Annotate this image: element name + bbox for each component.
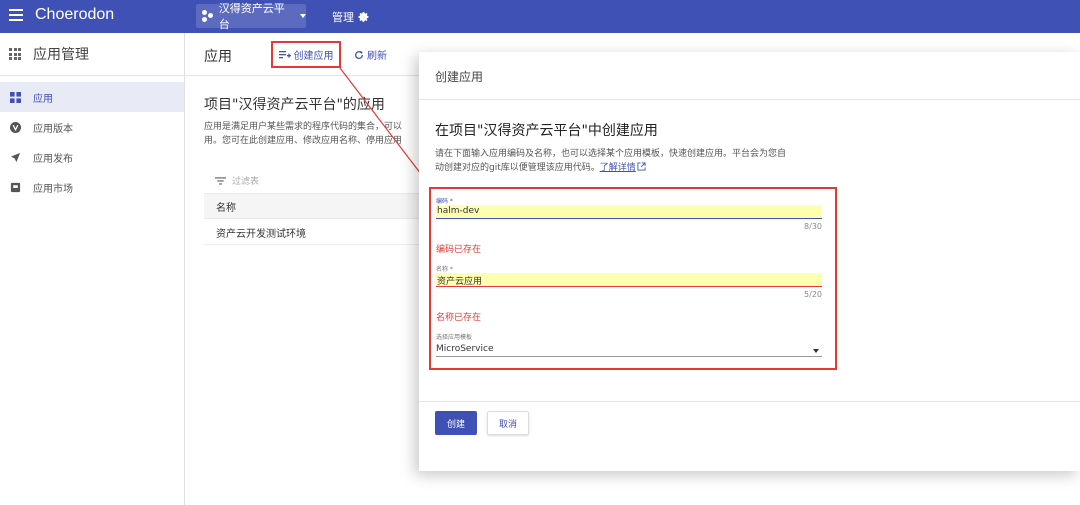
table-row[interactable]: 资产云开发测试环境	[204, 219, 434, 245]
project-icon	[202, 10, 214, 22]
brand-logo[interactable]: Choerodon	[35, 6, 114, 24]
sidebar-item-apps[interactable]: 应用	[0, 82, 184, 112]
code-field-label: 编码 *	[436, 198, 453, 205]
playlist-add-icon	[278, 50, 291, 58]
section-title: 项目"汉得资产云平台"的应用	[204, 97, 385, 113]
send-icon	[9, 151, 21, 163]
dialog-title: 创建应用	[435, 70, 484, 84]
store-icon	[9, 181, 21, 193]
create-app-label: 创建应用	[293, 51, 334, 62]
template-select-label: 选择应用模板	[436, 334, 473, 341]
create-button[interactable]: 创建	[435, 411, 477, 435]
sidebar-header: 应用管理	[0, 33, 184, 76]
top-app-bar: Choerodon 汉得资产云平台 管理	[0, 0, 1080, 33]
apps-grid-icon[interactable]	[9, 48, 21, 60]
dialog-description: 请在下面输入应用编码及名称，也可以选择某个应用模板，快速创建应用。平台会为您自 …	[435, 147, 830, 175]
refresh-button[interactable]: 刷新	[354, 47, 387, 62]
refresh-label: 刷新	[367, 51, 387, 62]
gear-icon	[358, 12, 369, 22]
refresh-icon	[355, 50, 363, 59]
table-filter[interactable]: 过滤表	[215, 174, 259, 187]
sidebar-item-label: 应用版本	[33, 123, 73, 135]
name-input[interactable]: 资产云应用	[436, 273, 822, 287]
page-title: 应用	[204, 49, 232, 65]
sidebar-item-versions[interactable]: 应用版本	[0, 112, 184, 142]
dialog-footer-divider	[419, 401, 1080, 402]
name-field: 名称 * 资产云应用 5/20	[436, 264, 822, 299]
apps-icon	[9, 91, 21, 103]
template-select-box[interactable]: MicroService	[436, 341, 822, 357]
code-char-count: 8/30	[804, 222, 822, 231]
external-link-icon[interactable]	[637, 162, 646, 171]
name-char-count: 5/20	[804, 290, 822, 299]
project-selector[interactable]: 汉得资产云平台	[196, 2, 306, 31]
desc-text: 动创建对应的git库以便管理该应用代码。	[435, 163, 600, 173]
filter-placeholder: 过滤表	[232, 177, 260, 187]
sidebar-item-market[interactable]: 应用市场	[0, 172, 184, 202]
cancel-button[interactable]: 取消	[487, 411, 529, 435]
table-header-name[interactable]: 名称	[204, 193, 434, 219]
menu-icon[interactable]	[9, 9, 23, 23]
code-input[interactable]: halm-dev	[436, 205, 822, 219]
sidebar-item-label: 应用	[33, 93, 53, 105]
sidebar-item-publish[interactable]: 应用发布	[0, 142, 184, 172]
section-description: 应用是满足用户某些需求的程序代码的集合，可以 用。您可在此创建应用、修改应用名称…	[204, 120, 444, 148]
sidebar-item-label: 应用市场	[33, 183, 73, 195]
project-name: 汉得资产云平台	[218, 2, 285, 31]
name-error-message: 名称已存在	[436, 313, 482, 323]
desc-line: 应用是满足用户某些需求的程序代码的集合，可以	[204, 122, 403, 132]
template-select-value: MicroService	[436, 344, 494, 354]
dialog-subtitle: 在项目"汉得资产云平台"中创建应用	[435, 123, 658, 139]
learn-more-link[interactable]: 了解详情	[600, 163, 636, 173]
manage-button[interactable]: 管理	[332, 9, 370, 25]
chevron-down-icon	[300, 14, 306, 18]
dropdown-arrow-icon[interactable]	[813, 349, 819, 353]
sidebar-title: 应用管理	[33, 47, 89, 63]
create-app-dialog: 创建应用 在项目"汉得资产云平台"中创建应用 请在下面输入应用编码及名称，也可以…	[419, 52, 1080, 471]
create-app-button[interactable]: 创建应用	[271, 41, 341, 68]
desc-line: 请在下面输入应用编码及名称，也可以选择某个应用模板，快速创建应用。平台会为您自	[435, 149, 787, 159]
version-icon	[9, 121, 21, 133]
code-error-message: 编码已存在	[436, 245, 482, 255]
template-select[interactable]: 选择应用模板 MicroService	[436, 332, 822, 357]
sidebar-item-label: 应用发布	[33, 153, 73, 165]
desc-line-2: 动创建对应的git库以便管理该应用代码。了解详情	[435, 161, 830, 175]
desc-line: 用。您可在此创建应用、修改应用名称、停用应用	[204, 136, 403, 146]
sidebar: 应用管理 应用 应用版本 应用发布 应用市场	[0, 33, 185, 505]
code-field: 编码 * halm-dev 8/30	[436, 196, 822, 231]
form-highlight-box: 编码 * halm-dev 8/30 编码已存在 名称 * 资产云应用 5/20…	[429, 187, 837, 370]
manage-label: 管理	[332, 11, 354, 24]
name-field-label: 名称 *	[436, 266, 453, 273]
dialog-header: 创建应用	[419, 52, 1080, 100]
filter-icon	[215, 176, 226, 185]
